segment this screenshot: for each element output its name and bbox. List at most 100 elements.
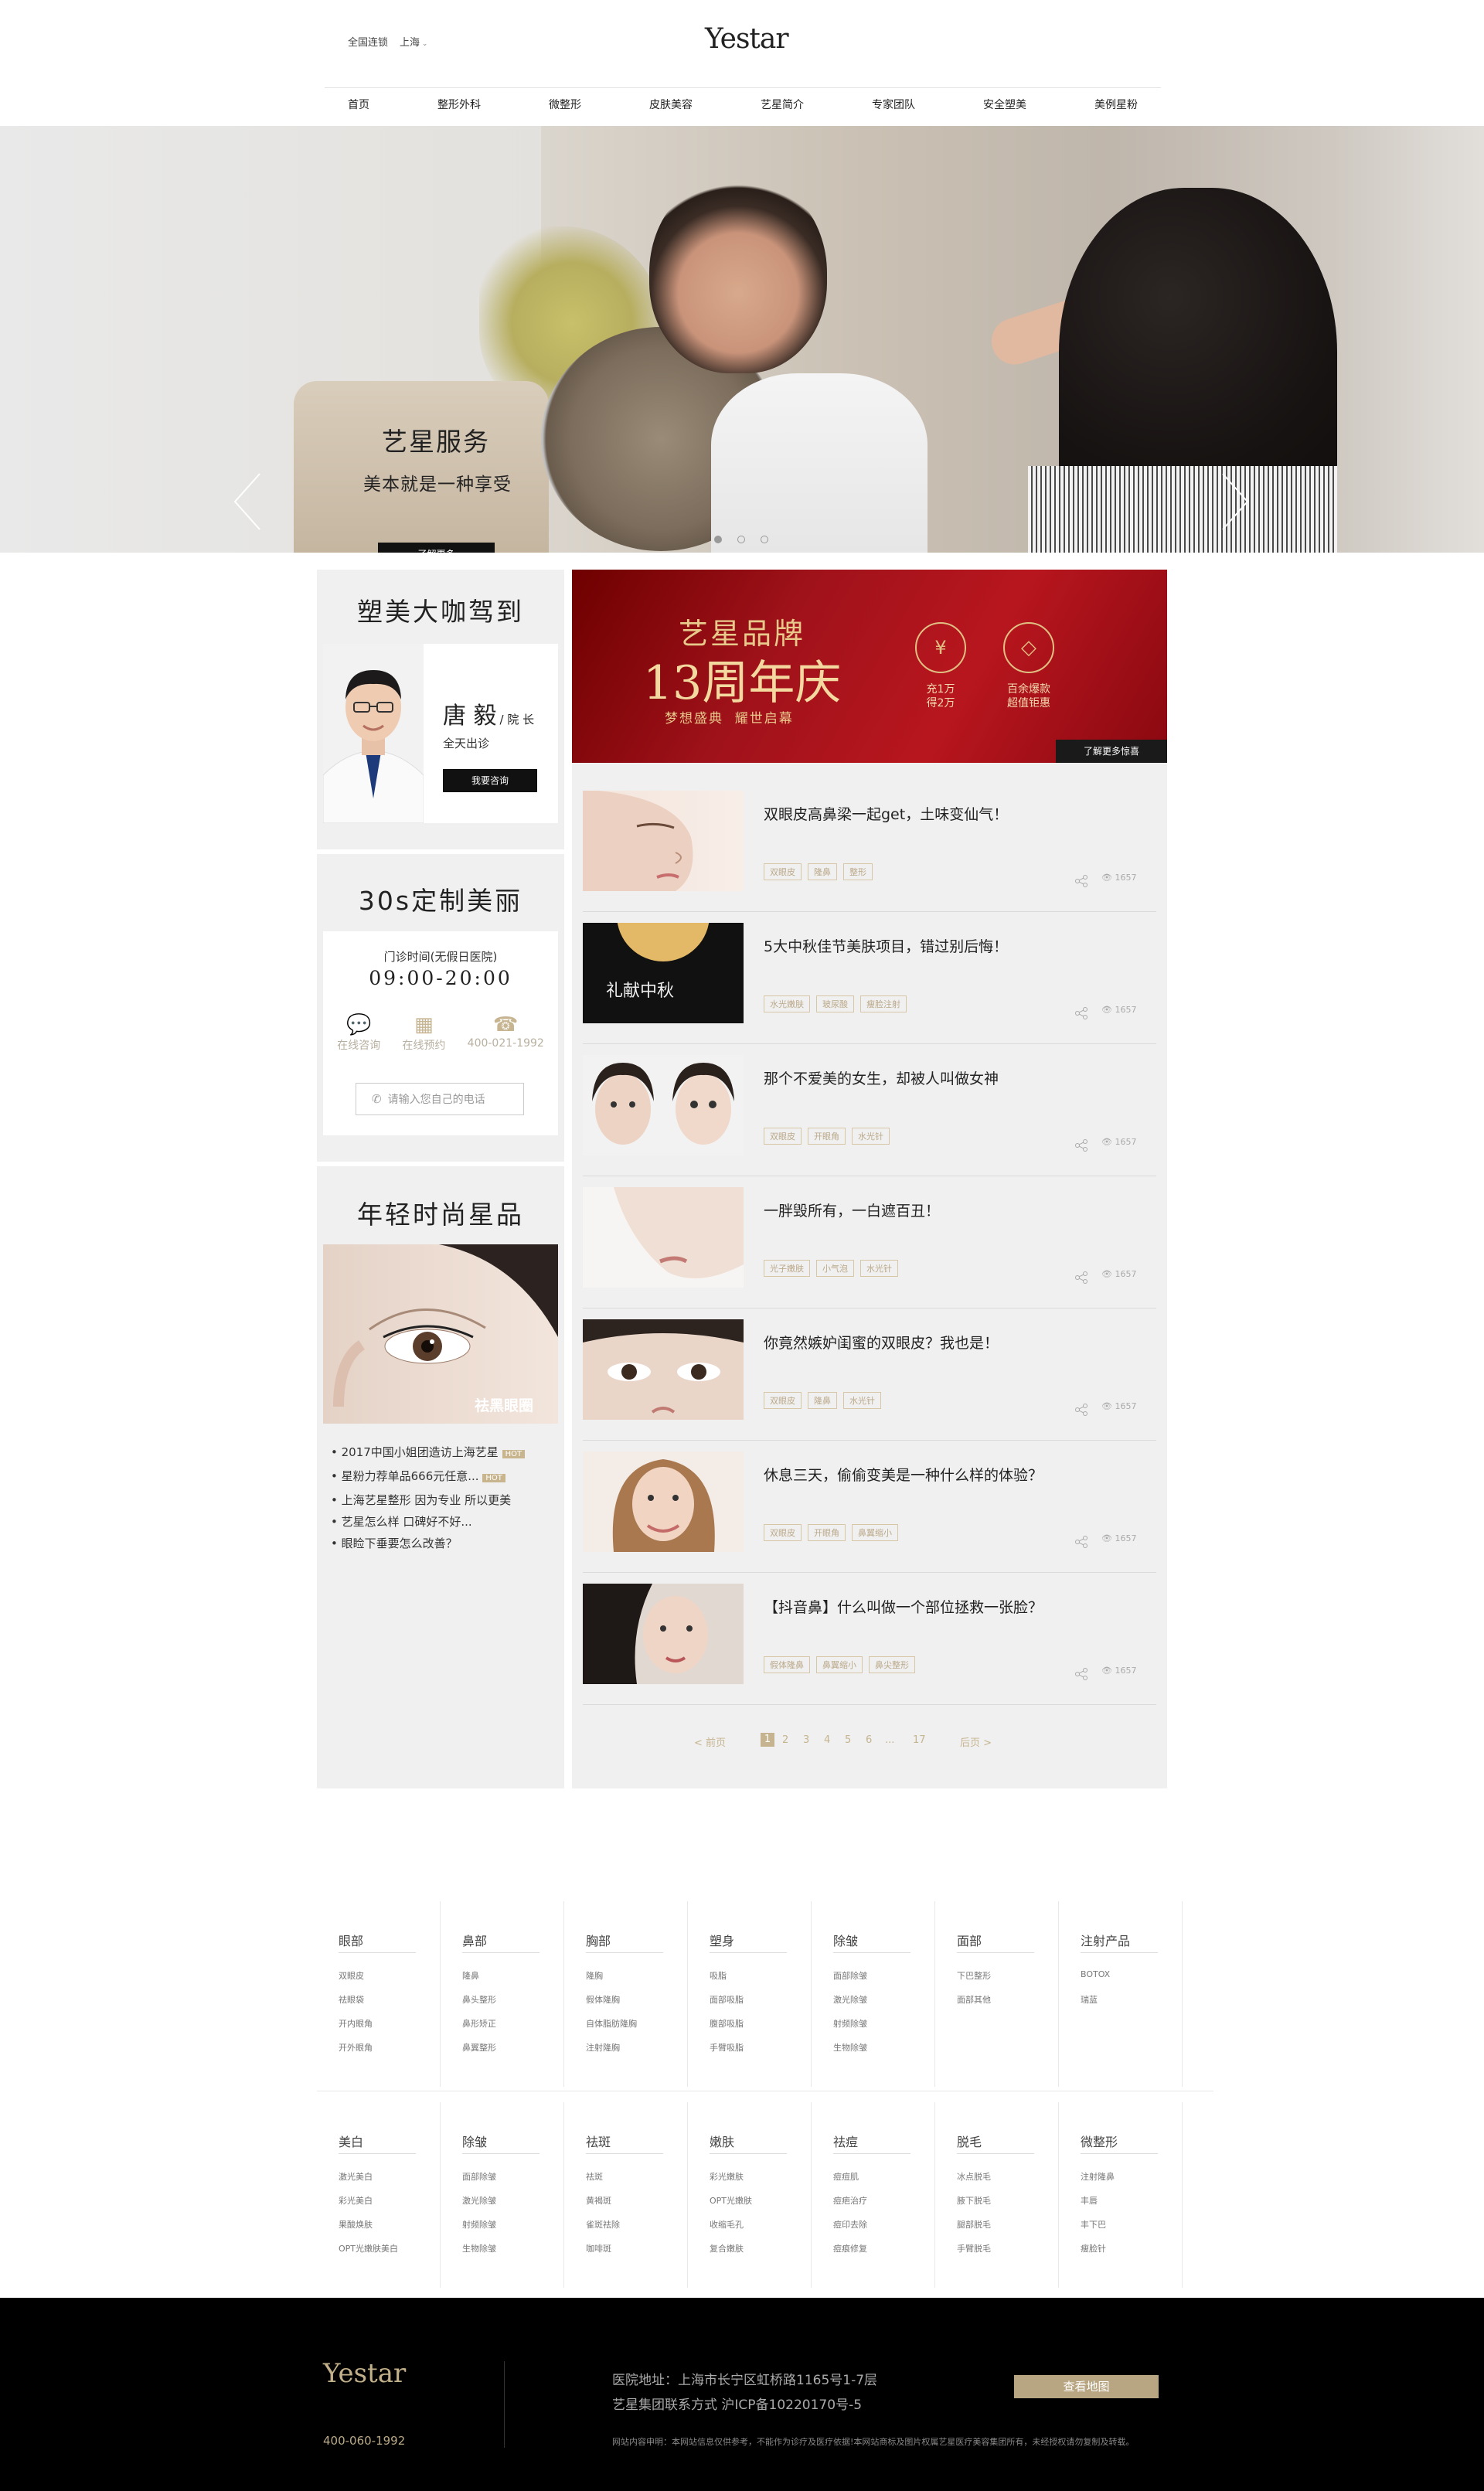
online-booking-action[interactable]: ▦ 在线预约 — [402, 1012, 445, 1053]
page-3[interactable]: 3 — [803, 1734, 809, 1746]
nav-item-home[interactable]: 首页 — [348, 97, 369, 112]
category-heading[interactable]: 眼部 — [339, 1931, 363, 1949]
banner-dot-2[interactable] — [737, 536, 745, 543]
page-6[interactable]: 6 — [866, 1734, 872, 1746]
category-link[interactable]: 下巴整形 — [957, 1969, 991, 1982]
product-link-2[interactable]: • 星粉力荐单品666元任意... HOT — [331, 1465, 555, 1489]
category-link[interactable]: 咖啡斑 — [586, 2242, 611, 2254]
category-link[interactable]: 收缩毛孔 — [710, 2218, 744, 2231]
category-link[interactable]: 面部吸脂 — [710, 1993, 744, 2006]
category-link[interactable]: 自体脂肪隆胸 — [586, 2017, 637, 2030]
product-image[interactable]: 祛黑眼圈 — [323, 1244, 558, 1424]
article-item[interactable]: 休息三天，偷偷变美是一种什么样的体验？ 双眼皮 开眼角 鼻翼缩小 👁 1657 — [583, 1441, 1156, 1573]
category-heading[interactable]: 祛斑 — [586, 2132, 611, 2150]
tag[interactable]: 光子嫩肤 — [764, 1260, 810, 1277]
category-link[interactable]: 丰下巴 — [1081, 2218, 1106, 2231]
banner-dot-3[interactable] — [761, 536, 768, 543]
tag[interactable]: 玻尿酸 — [816, 995, 854, 1012]
tag[interactable]: 水光针 — [852, 1128, 890, 1145]
category-heading[interactable]: 美白 — [339, 2132, 363, 2150]
tag[interactable]: 水光针 — [860, 1260, 898, 1277]
nav-item-micro-plastic[interactable]: 微整形 — [549, 97, 581, 112]
category-heading[interactable]: 除皱 — [462, 2132, 487, 2150]
tag[interactable]: 双眼皮 — [764, 1128, 802, 1145]
category-link[interactable]: 面部除皱 — [462, 2170, 496, 2183]
category-link[interactable]: 彩光美白 — [339, 2194, 373, 2207]
view-map-button[interactable]: 查看地图 — [1014, 2375, 1159, 2398]
category-link[interactable]: 腿部脱毛 — [957, 2218, 991, 2231]
promo-more-button[interactable]: 了解更多惊喜 — [1056, 740, 1167, 763]
category-link[interactable]: 果酸焕肤 — [339, 2218, 373, 2231]
category-link[interactable]: 雀斑祛除 — [586, 2218, 620, 2231]
tag[interactable]: 双眼皮 — [764, 863, 802, 880]
tag[interactable]: 水光嫩肤 — [764, 995, 810, 1012]
category-heading[interactable]: 微整形 — [1081, 2132, 1118, 2150]
category-link[interactable]: 冰点脱毛 — [957, 2170, 991, 2183]
category-link[interactable]: 鼻形矫正 — [462, 2017, 496, 2030]
tag[interactable]: 双眼皮 — [764, 1524, 802, 1541]
tag[interactable]: 开眼角 — [808, 1128, 846, 1145]
category-heading[interactable]: 嫩肤 — [710, 2132, 734, 2150]
category-link[interactable]: 注射隆胸 — [586, 2041, 620, 2054]
category-link[interactable]: 吸脂 — [710, 1969, 727, 1982]
phone-action[interactable]: ☎ 400-021-1992 — [468, 1012, 544, 1053]
category-link[interactable]: 复合嫩肤 — [710, 2242, 744, 2254]
page-5[interactable]: 5 — [845, 1734, 851, 1746]
article-item[interactable]: 那个不爱美的女生，却被人叫做女神 双眼皮 开眼角 水光针 👁 1657 — [583, 1044, 1156, 1176]
category-link[interactable]: 生物除皱 — [833, 2041, 867, 2054]
tag[interactable]: 鼻尖整形 — [869, 1656, 915, 1673]
tag[interactable]: 隆鼻 — [808, 863, 837, 880]
category-link[interactable]: 腹部吸脂 — [710, 2017, 744, 2030]
category-link[interactable]: 射频除皱 — [833, 2017, 867, 2030]
share-icon[interactable] — [1074, 874, 1088, 888]
category-link[interactable]: 鼻翼整形 — [462, 2041, 496, 2054]
nav-item-about[interactable]: 艺星简介 — [761, 97, 804, 112]
tag[interactable]: 瘦脸注射 — [860, 995, 907, 1012]
share-icon[interactable] — [1074, 1667, 1088, 1681]
category-link[interactable]: 激光除皱 — [833, 1993, 867, 2006]
page-4[interactable]: 4 — [824, 1734, 830, 1746]
article-item[interactable]: 一胖毁所有，一白遮百丑！ 光子嫩肤 小气泡 水光针 👁 1657 — [583, 1176, 1156, 1308]
article-title[interactable]: 【抖音鼻】什么叫做一个部位拯救一张脸？ — [764, 1596, 1043, 1617]
prev-page-link[interactable]: < 前页 — [694, 1734, 726, 1749]
article-item[interactable]: 双眼皮高鼻梁一起get，土味变仙气！ 双眼皮 隆鼻 整形 👁 1657 — [583, 780, 1156, 912]
product-link-1[interactable]: • 2017中国小姐团造访上海艺星 HOT — [331, 1441, 555, 1465]
article-item[interactable]: 礼献中秋 5大中秋佳节美肤项目，错过别后悔！ 水光嫩肤 玻尿酸 瘦脸注射 👁 165… — [583, 912, 1156, 1044]
category-link[interactable]: 鼻头整形 — [462, 1993, 496, 2006]
category-heading[interactable]: 注射产品 — [1081, 1931, 1130, 1949]
category-link[interactable]: 黄褐斑 — [586, 2194, 611, 2207]
category-link[interactable]: OPT光嫩肤美白 — [339, 2242, 398, 2254]
site-logo[interactable]: Yestar — [705, 23, 789, 55]
category-heading[interactable]: 鼻部 — [462, 1931, 487, 1949]
article-title[interactable]: 一胖毁所有，一白遮百丑！ — [764, 1200, 940, 1220]
category-link[interactable]: 面部除皱 — [833, 1969, 867, 1982]
nav-item-safety[interactable]: 安全塑美 — [983, 97, 1026, 112]
tag[interactable]: 开眼角 — [808, 1524, 846, 1541]
category-link[interactable]: 激光除皱 — [462, 2194, 496, 2207]
category-heading[interactable]: 面部 — [957, 1931, 982, 1949]
tag[interactable]: 鼻翼缩小 — [852, 1524, 898, 1541]
article-title[interactable]: 5大中秋佳节美肤项目，错过别后悔！ — [764, 935, 1008, 956]
article-item[interactable]: 【抖音鼻】什么叫做一个部位拯救一张脸？ 假体隆鼻 鼻翼缩小 鼻尖整形 👁 1657 — [583, 1573, 1156, 1705]
share-icon[interactable] — [1074, 1403, 1088, 1417]
article-title[interactable]: 休息三天，偷偷变美是一种什么样的体验？ — [764, 1464, 1043, 1485]
category-link[interactable]: 手臂脱毛 — [957, 2242, 991, 2254]
product-link-3[interactable]: • 上海艺星整形 因为专业 所以更美 — [331, 1489, 555, 1511]
article-title[interactable]: 那个不爱美的女生，却被人叫做女神 — [764, 1067, 999, 1088]
banner-learn-more-button[interactable]: 了解更多 — [378, 543, 495, 553]
share-icon[interactable] — [1074, 1271, 1088, 1285]
city-selector[interactable]: 上海 ⌄ — [400, 34, 427, 49]
category-link[interactable]: 开外眼角 — [339, 2041, 373, 2054]
article-title[interactable]: 你竟然嫉妒闺蜜的双眼皮？我也是！ — [764, 1332, 999, 1353]
category-heading[interactable]: 祛痘 — [833, 2132, 858, 2150]
category-link[interactable]: 痘痕修复 — [833, 2242, 867, 2254]
share-icon[interactable] — [1074, 1535, 1088, 1549]
next-page-link[interactable]: 后页 > — [960, 1734, 992, 1749]
article-item[interactable]: 你竟然嫉妒闺蜜的双眼皮？我也是！ 双眼皮 隆鼻 水光针 👁 1657 — [583, 1308, 1156, 1441]
product-link-4[interactable]: • 艺星怎么样 口碑好不好... — [331, 1511, 555, 1533]
tag[interactable]: 隆鼻 — [808, 1392, 837, 1409]
online-chat-action[interactable]: 💬 在线咨询 — [337, 1012, 380, 1053]
category-link[interactable]: 射频除皱 — [462, 2218, 496, 2231]
category-link[interactable]: 隆鼻 — [462, 1969, 479, 1982]
category-link[interactable]: 瑞蓝 — [1081, 1993, 1098, 2006]
